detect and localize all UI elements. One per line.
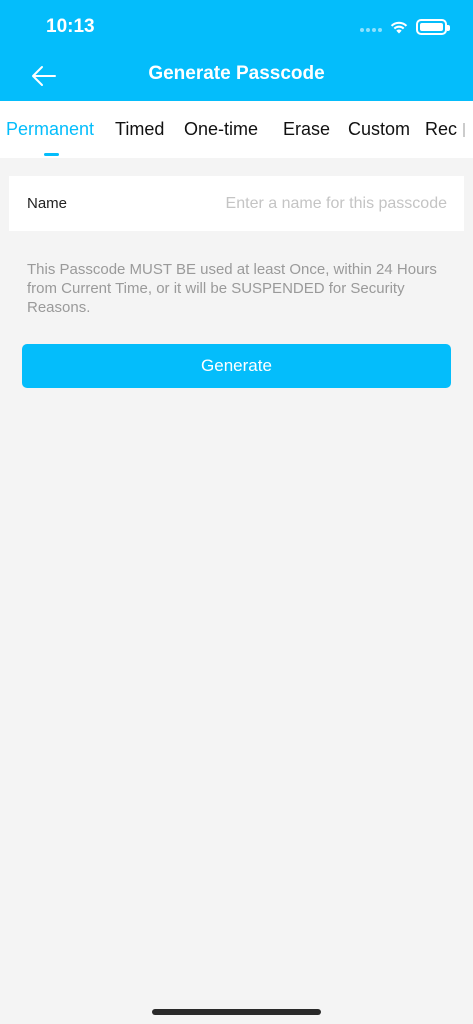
passcode-type-tabs: Permanent Timed One-time Erase Custom Re… xyxy=(0,101,473,158)
tab-rec[interactable]: Rec xyxy=(425,119,457,140)
tab-scroll-edge xyxy=(463,123,465,137)
tab-one-time[interactable]: One-time xyxy=(184,119,258,140)
status-icons xyxy=(360,17,450,37)
passcode-notice: This Passcode MUST BE used at least Once… xyxy=(27,261,437,316)
status-time: 10:13 xyxy=(46,16,95,37)
name-input[interactable] xyxy=(147,194,447,213)
active-tab-indicator xyxy=(44,153,59,156)
name-field-row: Name xyxy=(9,176,464,231)
wifi-icon xyxy=(390,21,408,34)
battery-icon xyxy=(416,19,450,35)
name-label: Name xyxy=(27,195,68,212)
tab-timed[interactable]: Timed xyxy=(115,119,164,140)
app-header: 10:13 Generate Passcode xyxy=(0,0,473,101)
tab-custom[interactable]: Custom xyxy=(348,119,410,140)
tab-permanent[interactable]: Permanent xyxy=(6,119,94,140)
generate-button[interactable]: Generate xyxy=(22,344,451,388)
tab-erase[interactable]: Erase xyxy=(283,119,330,140)
signal-icon xyxy=(360,28,382,32)
home-indicator xyxy=(152,1009,321,1015)
page-title: Generate Passcode xyxy=(148,63,325,84)
